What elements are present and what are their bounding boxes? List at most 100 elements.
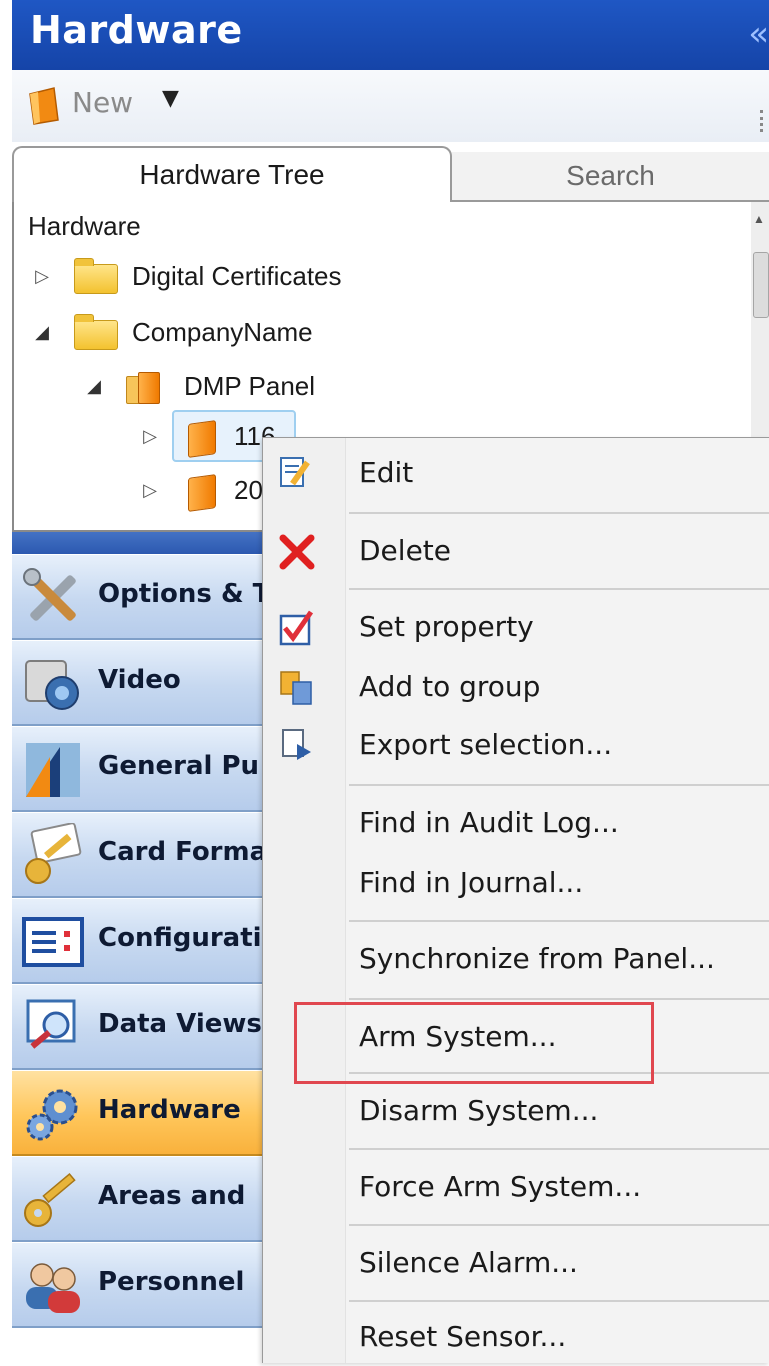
new-button-label: New (72, 86, 134, 119)
nav-item-configuration[interactable]: Configurati (12, 898, 272, 984)
add-to-group-icon (280, 671, 312, 705)
menu-item-find-in-journal[interactable]: Find in Journal... (263, 856, 769, 912)
set-property-icon (279, 610, 314, 646)
tab-hardware-tree[interactable]: Hardware Tree (12, 146, 452, 202)
menu-item-label: Find in Audit Log... (359, 806, 619, 839)
nav-item-label: Options & T (98, 579, 271, 609)
camera-icon (25, 660, 79, 710)
menu-separator (349, 588, 769, 590)
edit-icon (280, 457, 310, 487)
panel-icon (188, 474, 216, 512)
tree-node-label: DMP Panel (184, 371, 316, 401)
panel-group-icon (126, 372, 160, 404)
menu-item-label: Force Arm System... (359, 1170, 642, 1203)
delete-icon (279, 534, 315, 570)
tab-strip: Hardware Tree Search (12, 142, 769, 202)
menu-item-label: Disarm System... (359, 1094, 599, 1127)
people-icon (26, 1263, 80, 1313)
tools-icon (23, 568, 76, 621)
menu-item-label: Synchronize from Panel... (359, 942, 715, 975)
menu-item-label: Export selection... (359, 728, 613, 761)
menu-item-delete[interactable]: Delete (263, 524, 769, 580)
menu-item-add-to-group[interactable]: Add to group (263, 660, 769, 716)
menu-item-label: Edit (359, 456, 414, 489)
hardware-gears-icon (26, 1089, 78, 1141)
nav-item-card-formats[interactable]: Card Forma (12, 812, 272, 898)
menu-separator (349, 512, 769, 514)
menu-item-label: Silence Alarm... (359, 1246, 578, 1279)
annotation-highlight-box (294, 1002, 654, 1084)
toolbar: New ▼ (12, 70, 769, 142)
expand-icon[interactable]: ▷ (140, 470, 160, 510)
menu-separator (349, 1148, 769, 1150)
export-icon (282, 729, 311, 760)
tree-node-label: CompanyName (132, 317, 313, 347)
menu-item-label: Reset Sensor... (359, 1320, 567, 1353)
key-icon (24, 1173, 76, 1227)
window-title-bar: Hardware « (12, 0, 769, 70)
panel-icon (29, 87, 59, 125)
menu-item-label: Add to group (359, 670, 541, 703)
folder-icon (74, 314, 118, 350)
nav-item-label: Data Views (98, 1009, 262, 1039)
nav-item-areas[interactable]: Areas and (12, 1156, 272, 1242)
tab-search[interactable]: Search (452, 152, 769, 202)
scroll-up-icon[interactable]: ▲ (753, 212, 765, 226)
chevron-down-icon[interactable]: ▼ (162, 86, 179, 111)
nav-item-label: Personnel (98, 1267, 245, 1297)
configuration-icon (22, 917, 84, 967)
menu-item-silence-alarm[interactable]: Silence Alarm... (263, 1236, 769, 1292)
nav-item-data-views[interactable]: Data Views (12, 984, 272, 1070)
navigation-pane: Options & T Video General Pu Card Forma (12, 532, 272, 1362)
tree-node-digital-certificates[interactable]: ▷ Digital Certificates (28, 256, 528, 296)
tree-node-label: 20 (234, 475, 263, 505)
tree-node-companyname[interactable]: ◢ CompanyName (28, 312, 528, 352)
tree-node-label: Digital Certificates (132, 261, 342, 291)
data-views-icon (26, 999, 76, 1049)
collapse-pane-icon[interactable]: « (748, 14, 769, 54)
toolbar-grip (760, 110, 769, 132)
menu-item-label: Delete (359, 534, 451, 567)
nav-item-personnel[interactable]: Personnel (12, 1242, 272, 1328)
folder-icon (74, 258, 118, 294)
collapse-icon[interactable]: ◢ (84, 366, 104, 406)
menu-separator (349, 1224, 769, 1226)
nav-item-hardware[interactable]: Hardware (12, 1070, 272, 1156)
nav-item-label: Areas and (98, 1181, 246, 1211)
menu-item-export-selection[interactable]: Export selection... (263, 718, 769, 774)
menu-separator (349, 998, 769, 1000)
menu-item-label: Find in Journal... (359, 866, 584, 899)
menu-item-find-in-audit-log[interactable]: Find in Audit Log... (263, 796, 769, 852)
card-key-icon (25, 823, 82, 884)
nav-item-label: Video (98, 665, 181, 695)
panel-icon (188, 420, 216, 458)
nav-item-label: Hardware (98, 1095, 241, 1125)
menu-separator (349, 920, 769, 922)
new-button[interactable]: New ▼ (12, 80, 212, 128)
expand-icon[interactable]: ▷ (140, 416, 160, 456)
scrollbar-thumb[interactable] (753, 252, 769, 318)
nav-item-label: Card Forma (98, 837, 268, 867)
menu-item-synchronize-from-panel[interactable]: Synchronize from Panel... (263, 932, 769, 988)
expand-icon[interactable]: ▷ (32, 256, 52, 296)
nav-item-video[interactable]: Video (12, 640, 272, 726)
menu-item-reset-sensor[interactable]: Reset Sensor... (263, 1310, 769, 1366)
navigation-pane-header (12, 532, 272, 554)
nav-item-label: Configurati (98, 923, 262, 953)
menu-item-disarm-system[interactable]: Disarm System... (263, 1084, 769, 1140)
tree-root-label: Hardware (28, 211, 141, 241)
general-purpose-icon (26, 743, 80, 797)
menu-separator (349, 784, 769, 786)
menu-item-force-arm-system[interactable]: Force Arm System... (263, 1160, 769, 1216)
window-title: Hardware (30, 8, 243, 52)
menu-item-label: Set property (359, 610, 534, 643)
menu-separator (349, 1300, 769, 1302)
tree-node-dmp-panel[interactable]: ◢ DMP Panel (28, 366, 528, 406)
menu-item-edit[interactable]: Edit (263, 446, 769, 502)
collapse-icon[interactable]: ◢ (32, 312, 52, 352)
nav-item-options[interactable]: Options & T (12, 554, 272, 640)
context-menu: Edit Delete Set property Add to group Ex… (262, 437, 769, 1363)
nav-item-label: General Pu (98, 751, 260, 781)
nav-item-general-purpose[interactable]: General Pu (12, 726, 272, 812)
menu-item-set-property[interactable]: Set property (263, 600, 769, 656)
